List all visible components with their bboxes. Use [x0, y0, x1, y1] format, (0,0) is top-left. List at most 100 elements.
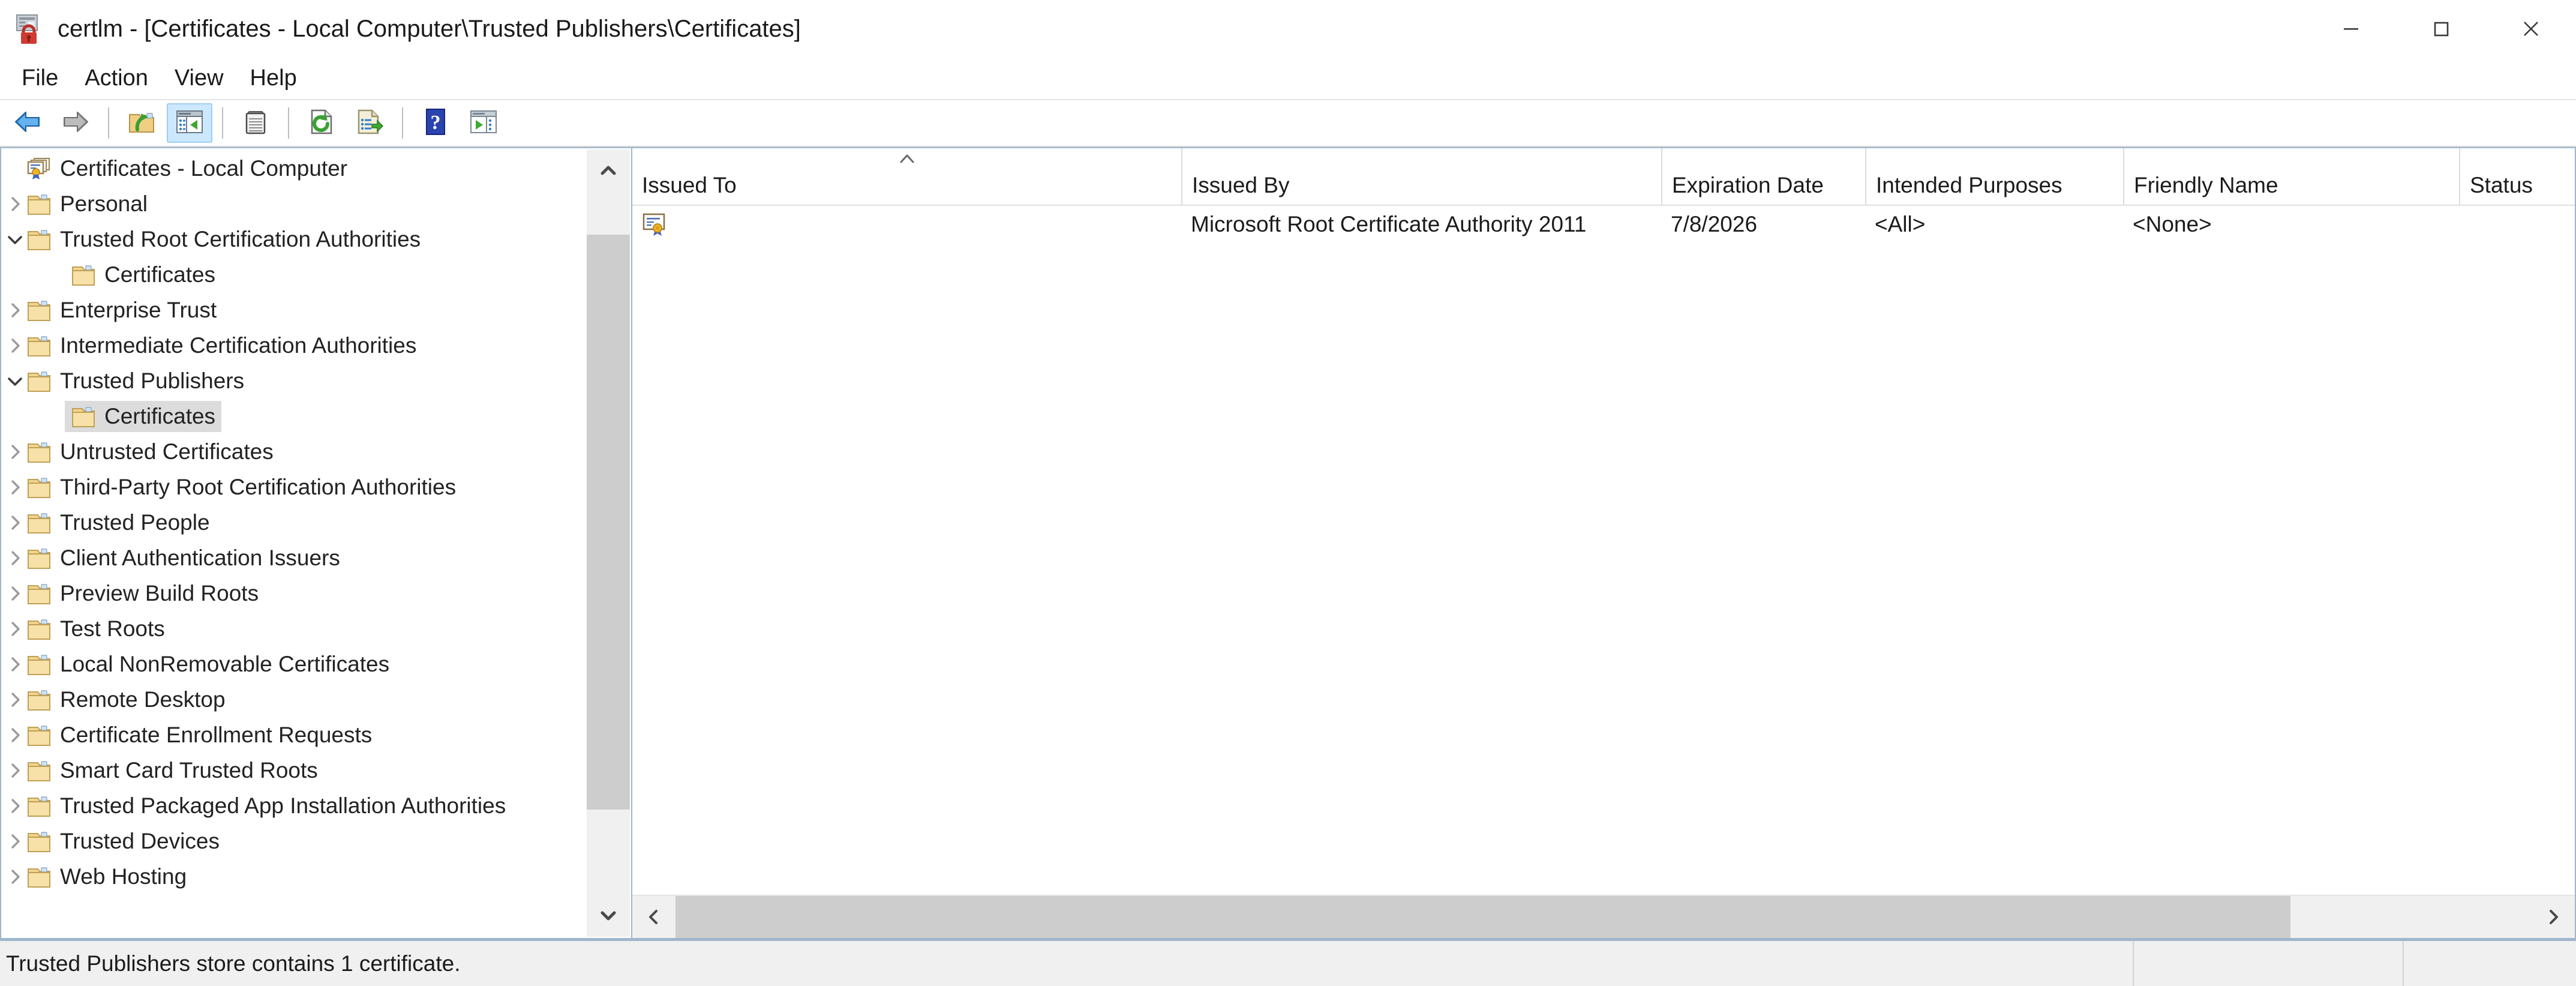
tree-item-label-box[interactable]: Client Authentication Issuers [20, 543, 346, 574]
maximize-icon[interactable] [2396, 0, 2486, 57]
tree-item-enterprise-trust[interactable]: Enterprise Trust [1, 292, 586, 328]
column-header-expiration-date[interactable]: Expiration Date [1661, 148, 1865, 205]
tree-item-smart-card-trusted-roots[interactable]: Smart Card Trusted Roots [1, 753, 586, 788]
folder-icon [26, 865, 52, 889]
tree-item-label: Trusted Devices [60, 829, 220, 853]
folder-icon [26, 369, 52, 393]
folder-icon [26, 298, 52, 322]
tree-item-client-authentication-issuers[interactable]: Client Authentication Issuers [1, 540, 586, 576]
tree-item-untrusted-certificates[interactable]: Untrusted Certificates [1, 434, 586, 469]
show-hide-action-pane-button[interactable] [461, 103, 506, 143]
tree-item-intermediate-certification-authorities[interactable]: Intermediate Certification Authorities [1, 328, 586, 363]
list-scroll-thumb[interactable] [675, 896, 2290, 938]
tree-item-label-box[interactable]: Personal [20, 188, 154, 220]
tree-scroll-thumb[interactable] [587, 235, 630, 810]
tree-item-label-box[interactable]: Trusted Root Certification Authorities [20, 224, 427, 255]
help-button[interactable]: ? [413, 103, 458, 143]
menu-help[interactable]: Help [237, 63, 310, 93]
help-icon: ? [422, 107, 449, 139]
tree-vertical-scrollbar[interactable] [587, 149, 630, 937]
menu-action[interactable]: Action [71, 63, 161, 93]
tree-item-label-box[interactable]: Intermediate Certification Authorities [20, 330, 422, 361]
chevron-right-icon[interactable] [2532, 896, 2575, 938]
refresh-button[interactable] [299, 103, 344, 143]
show-hide-action-pane-icon [470, 108, 497, 139]
folder-icon [26, 794, 52, 818]
tree-item-remote-desktop[interactable]: Remote Desktop [1, 682, 586, 717]
tree-item-root[interactable]: Certificates - Local Computer [1, 151, 586, 186]
tree-item-personal[interactable]: Personal [1, 186, 586, 221]
certificate-row[interactable]: Microsoft Root Certificate Authority 201… [632, 206, 2575, 243]
show-hide-tree-button[interactable] [167, 103, 212, 143]
tree-item-local-nonremovable-certificates[interactable]: Local NonRemovable Certificates [1, 646, 586, 682]
menu-file[interactable]: File [8, 63, 71, 93]
svg-text:?: ? [431, 112, 441, 134]
folder-icon [26, 759, 52, 783]
column-header-status[interactable]: Status [2459, 148, 2576, 205]
tree-item-label-box[interactable]: Local NonRemovable Certificates [20, 649, 395, 680]
tree-item-certificate-enrollment-requests[interactable]: Certificate Enrollment Requests [1, 717, 586, 753]
menu-bar: File Action View Help [0, 57, 2576, 99]
status-pane-3 [2403, 941, 2576, 986]
tree-item-label: Personal [60, 191, 148, 216]
export-list-button[interactable] [347, 103, 392, 143]
list-horizontal-scrollbar[interactable] [632, 895, 2575, 938]
close-icon[interactable] [2486, 0, 2576, 57]
column-header-friendly-name[interactable]: Friendly Name [2123, 148, 2459, 205]
tree-item-label-box[interactable]: Certificates [65, 259, 221, 290]
forward-button[interactable] [53, 103, 98, 143]
tree-item-label: Third-Party Root Certification Authoriti… [60, 475, 457, 499]
tree-item-label: Preview Build Roots [60, 581, 259, 606]
tree-item-trusted-root-certification-authorities[interactable]: Trusted Root Certification Authorities [1, 221, 586, 257]
tree-item-label-box[interactable]: Enterprise Trust [20, 295, 223, 326]
title-bar: certlm - [Certificates - Local Computer\… [0, 0, 2576, 57]
tree-item-trusted-devices[interactable]: Trusted Devices [1, 823, 586, 859]
list-scroll-track[interactable] [675, 896, 2532, 938]
tree-item-trusted-publishers[interactable]: Trusted Publishers [1, 363, 586, 398]
show-hide-tree-icon [176, 108, 203, 139]
minimize-icon[interactable] [2306, 0, 2396, 57]
tree-items-container: Certificates - Local Computer Personal Tr… [1, 148, 586, 938]
tree-item-label-box[interactable]: Preview Build Roots [20, 578, 265, 609]
tree-item-certificates[interactable]: Certificates [1, 257, 586, 292]
chevron-left-icon[interactable] [632, 896, 675, 938]
tree-item-label-box[interactable]: Web Hosting [20, 861, 193, 892]
tree-children: Personal Trusted Root Certification Autho… [1, 186, 586, 894]
back-button[interactable] [5, 103, 50, 143]
chevron-down-icon[interactable] [587, 894, 630, 937]
cell-intended-purposes: <All> [1875, 212, 1926, 236]
tree-item-trusted-packaged-app-installation-authorities[interactable]: Trusted Packaged App Installation Author… [1, 788, 586, 823]
tree-item-label-box[interactable]: Trusted Devices [20, 826, 226, 857]
tree-item-third-party-root-certification-authorities[interactable]: Third-Party Root Certification Authoriti… [1, 469, 586, 505]
tree-item-certificates[interactable]: Certificates [1, 398, 586, 434]
tree-item-label-box[interactable]: Trusted Packaged App Installation Author… [20, 790, 512, 822]
up-folder-icon [127, 107, 157, 140]
list-rows-container: Microsoft Root Certificate Authority 201… [632, 206, 2575, 895]
menu-view[interactable]: View [161, 63, 237, 93]
cell-friendly-name: <None> [2133, 212, 2212, 236]
toolbar-separator-3 [288, 107, 289, 139]
chevron-up-icon[interactable] [587, 149, 630, 193]
tree-item-label-box[interactable]: Remote Desktop [20, 684, 232, 715]
tree-item-label-box[interactable]: Certificate Enrollment Requests [20, 720, 378, 751]
tree-item-label-box[interactable]: Test Roots [20, 613, 171, 645]
tree-item-preview-build-roots[interactable]: Preview Build Roots [1, 576, 586, 611]
properties-button[interactable] [233, 103, 278, 143]
tree-item-label-box[interactable]: Smart Card Trusted Roots [20, 755, 324, 786]
tree-item-label-box[interactable]: Certificates [65, 400, 222, 432]
tree-item-label-box[interactable]: Untrusted Certificates [20, 436, 280, 467]
tree-scroll-track[interactable] [587, 193, 630, 894]
column-header-intended-purposes[interactable]: Intended Purposes [1865, 148, 2123, 205]
console-tree-pane: Certificates - Local Computer Personal Tr… [0, 147, 631, 939]
tree-item-test-roots[interactable]: Test Roots [1, 611, 586, 646]
toolbar-separator-2 [222, 107, 223, 139]
up-one-level-button[interactable] [119, 103, 164, 143]
tree-item-web-hosting[interactable]: Web Hosting [1, 859, 586, 894]
tree-item-label-box[interactable]: Trusted People [20, 507, 216, 538]
tree-item-trusted-people[interactable]: Trusted People [1, 505, 586, 540]
status-pane-2 [2133, 941, 2403, 986]
tree-item-label-box[interactable]: Third-Party Root Certification Authoriti… [20, 472, 462, 503]
column-header-issued-by[interactable]: Issued By [1181, 148, 1661, 205]
tree-item-label-box[interactable]: Trusted Publishers [20, 365, 250, 397]
column-header-issued-to[interactable]: Issued To [632, 148, 1181, 205]
